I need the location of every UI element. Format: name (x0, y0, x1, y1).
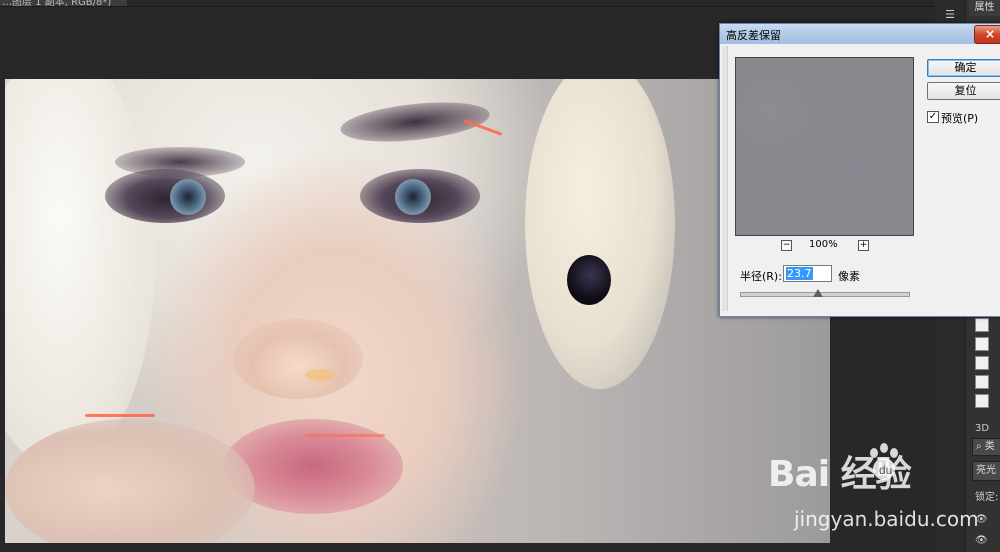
svg-text:du: du (879, 463, 892, 477)
photo-iris-right (395, 179, 431, 215)
radius-value: 23.7 (786, 267, 813, 280)
photo-glint (305, 434, 385, 437)
radius-unit-label: 像素 (838, 270, 860, 283)
photo-earring (567, 255, 611, 305)
high-pass-dialog: 高反差保留 × − 100% + 半径(R): 23.7 像素 确定 复位 ✓ … (719, 23, 1000, 317)
photo-hand (5, 419, 255, 543)
layer-checkbox[interactable] (975, 337, 989, 351)
photo-nose-highlight (305, 369, 335, 381)
baidu-paw-logo-icon: du (870, 443, 898, 480)
baidu-jingyan-watermark: Bai 经验 du jingyan.baidu.com (768, 443, 1000, 535)
layer-checkbox[interactable] (975, 356, 989, 370)
photo-hair-left (5, 79, 155, 469)
tab-3d[interactable]: 3D (975, 423, 989, 434)
photo-nose (233, 319, 363, 399)
close-icon[interactable]: × (974, 25, 1000, 44)
photo-hair-right (525, 79, 675, 389)
photo-eye-left (105, 169, 225, 223)
zoom-out-button[interactable]: − (781, 240, 792, 251)
zoom-in-button[interactable]: + (858, 240, 869, 251)
layer-checkbox[interactable] (975, 375, 989, 389)
zoom-level: 100% (809, 239, 838, 250)
reset-button[interactable]: 复位 (927, 82, 1000, 100)
radius-input[interactable]: 23.7 (783, 265, 832, 282)
panel-menu-icon[interactable]: ☰ (941, 8, 959, 22)
layer-checkbox[interactable] (975, 318, 989, 332)
tab-divider (0, 6, 935, 7)
ok-button[interactable]: 确定 (927, 59, 1000, 77)
dialog-titlebar[interactable]: 高反差保留 × (720, 24, 1000, 44)
radius-slider-thumb[interactable] (813, 289, 824, 297)
radius-slider-track[interactable] (740, 292, 910, 297)
radius-label: 半径(R): (740, 270, 782, 283)
canvas-photo[interactable] (5, 79, 830, 543)
preview-checkbox[interactable]: ✓ (927, 111, 939, 123)
layer-visibility-icon[interactable]: 👁 (975, 535, 989, 546)
photo-glint (85, 414, 155, 417)
photo-iris-left (170, 179, 206, 215)
tab-properties[interactable]: 属性 (969, 0, 1000, 16)
preview-label[interactable]: 预览(P) (941, 110, 978, 126)
filter-preview[interactable] (735, 57, 914, 236)
dialog-title: 高反差保留 (726, 29, 781, 42)
dialog-scrollbar[interactable] (722, 46, 728, 311)
layer-checkbox[interactable] (975, 394, 989, 408)
watermark-url: jingyan.baidu.com (794, 507, 979, 531)
